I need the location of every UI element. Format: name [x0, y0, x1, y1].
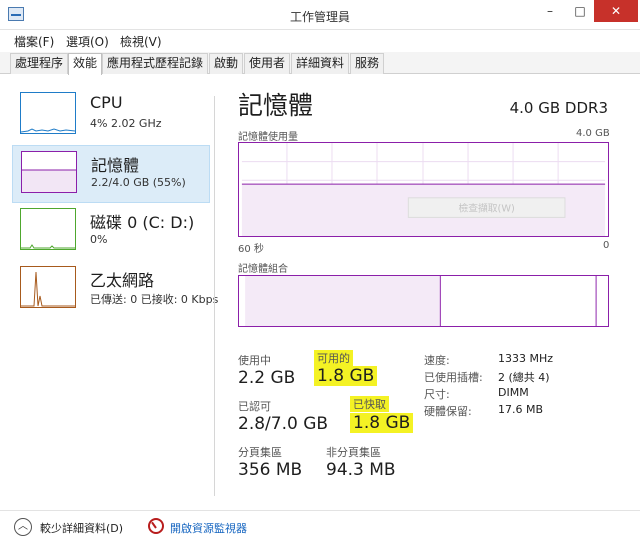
disk-label: 磁碟 0 (C: D:)	[90, 213, 195, 232]
available-value: 1.8 GB	[314, 366, 378, 386]
fewer-details-link[interactable]: 較少詳細資料(D)	[40, 520, 123, 536]
memory-usage: 2.2/4.0 GB (55%)	[91, 176, 186, 189]
usage-graph-label: 記憶體使用量	[238, 132, 298, 143]
maximize-button[interactable]: □	[566, 0, 594, 22]
usage-graph-max: 4.0 GB	[576, 128, 610, 139]
graph-time-label: 60 秒	[238, 244, 264, 255]
cached-label: 已快取	[350, 396, 389, 412]
sidebar-item-memory[interactable]: 記憶體 2.2/4.0 GB (55%)	[12, 145, 210, 203]
menu-bar: 檔案(F) 選項(O) 檢視(V)	[0, 30, 640, 52]
cpu-usage: 4% 2.02 GHz	[90, 117, 162, 130]
available-label: 可用的	[314, 350, 353, 366]
memory-usage-graph: 檢查擷取(W)	[238, 142, 609, 237]
hardware-reserved-label: 硬體保留:	[424, 405, 472, 418]
graph-time-zero: 0	[603, 240, 610, 251]
footer: ︿ 較少詳細資料(D) 開啟資源監視器	[0, 510, 640, 556]
tab-performance[interactable]: 效能	[68, 53, 103, 75]
speed-value: 1333 MHz	[498, 352, 554, 365]
committed-label: 已認可	[238, 400, 271, 413]
performance-sidebar: CPU 4% 2.02 GHz 記憶體 2.2/4.0 GB (55%) 磁碟 …	[0, 75, 218, 505]
committed-value: 2.8/7.0 GB	[238, 414, 329, 434]
tab-users[interactable]: 使用者	[244, 53, 291, 74]
sidebar-item-cpu[interactable]: CPU 4% 2.02 GHz	[12, 87, 210, 145]
page-title: 記憶體	[238, 91, 314, 120]
tab-app-history[interactable]: 應用程式歷程記錄	[102, 53, 209, 74]
in-use-label: 使用中	[238, 354, 271, 367]
speed-label: 速度:	[424, 354, 450, 367]
cpu-label: CPU	[90, 93, 123, 112]
tab-details[interactable]: 詳細資料	[291, 53, 350, 74]
ethernet-throughput: 已傳送: 0 已接收: 0 Kbps	[90, 293, 219, 306]
minimize-button[interactable]: –	[536, 0, 564, 22]
cpu-thumbnail-graph	[20, 92, 76, 134]
open-resource-monitor-link[interactable]: 開啟資源監視器	[170, 520, 247, 536]
tab-processes[interactable]: 處理程序	[10, 53, 69, 74]
menu-view[interactable]: 檢視(V)	[120, 33, 162, 50]
sidebar-item-disk[interactable]: 磁碟 0 (C: D:) 0%	[12, 203, 210, 261]
nonpaged-pool-value: 94.3 MB	[326, 460, 396, 480]
memory-label: 記憶體	[91, 156, 140, 175]
paged-pool-label: 分頁集區	[238, 446, 282, 459]
slots-used-label: 已使用插槽:	[424, 371, 483, 384]
disk-thumbnail-graph	[20, 208, 76, 250]
paged-pool-value: 356 MB	[238, 460, 303, 480]
tab-services[interactable]: 服務	[350, 53, 385, 74]
resource-monitor-icon	[148, 518, 164, 534]
form-factor-value: DIMM	[498, 386, 529, 399]
ethernet-thumbnail-graph	[20, 266, 76, 308]
ethernet-label: 乙太網路	[90, 271, 155, 290]
slots-used-value: 2 (總共 4)	[498, 371, 550, 384]
sidebar-item-ethernet[interactable]: 乙太網路 已傳送: 0 已接收: 0 Kbps	[12, 261, 218, 319]
check-capture-label: 檢查擷取(W)	[458, 202, 514, 215]
form-factor-label: 尺寸:	[424, 388, 450, 401]
in-use-value: 2.2 GB	[238, 368, 296, 388]
tab-bar: 處理程序 效能 應用程式歷程記錄 啟動 使用者 詳細資料 服務	[0, 52, 640, 75]
sidebar-divider	[214, 96, 215, 496]
nonpaged-pool-label: 非分頁集區	[326, 446, 381, 459]
cached-value: 1.8 GB	[350, 413, 414, 433]
close-button[interactable]: ✕	[594, 0, 638, 22]
composition-label: 記憶體組合	[238, 264, 288, 275]
menu-options[interactable]: 選項(O)	[66, 33, 109, 50]
menu-file[interactable]: 檔案(F)	[14, 33, 54, 50]
hardware-reserved-value: 17.6 MB	[498, 403, 544, 416]
title-bar: 工作管理員 – □ ✕	[0, 0, 640, 30]
memory-thumbnail-graph	[21, 151, 77, 193]
memory-spec: 4.0 GB DDR3	[509, 99, 608, 117]
chevron-up-icon[interactable]: ︿	[14, 518, 32, 536]
disk-usage: 0%	[90, 233, 108, 246]
memory-composition-bar	[238, 275, 609, 327]
tab-startup[interactable]: 啟動	[209, 53, 244, 74]
